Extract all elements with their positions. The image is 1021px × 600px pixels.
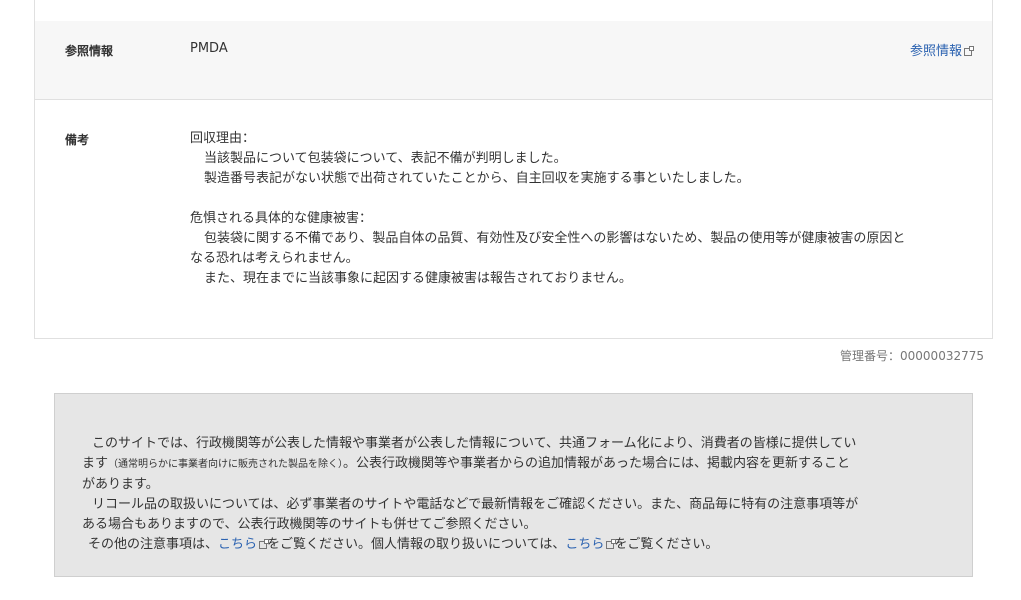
disclaimer-line: ある場合もありますので、公表行政機関等のサイトも併せてご参照ください。	[82, 517, 537, 532]
previous-row	[35, 0, 992, 22]
external-link-icon	[259, 539, 270, 549]
info-table: 参照情報 PMDA 参照情報 備考 回収理由： 当該製品について包装袋について、…	[34, 0, 993, 339]
reason-line: 当該製品について包装袋について、表記不備が判明しました。	[204, 151, 567, 166]
notes-label: 備考	[65, 133, 90, 147]
disclaimer-line: その他の注意事項は、こちら をご覧ください。個人情報の取り扱いについては、こちらを…	[88, 537, 719, 552]
hazard-line: なる恐れは考えられません。	[190, 251, 359, 266]
disclaimer-line: リコール品の取扱いについては、必ず事業者のサイトや電話などで最新情報をご確認くだ…	[92, 497, 859, 512]
reference-link-text: 参照情報	[909, 44, 962, 59]
disclaimer-text: このサイトでは、行政機関等が公表した情報や事業者が公表した情報について、共通フォ…	[82, 434, 942, 555]
reason-line: 製造番号表記がない状態で出荷されていたことから、自主回収を実施する事といたしまし…	[204, 171, 750, 186]
hazard-line: 包装袋に関する不備であり、製品自体の品質、有効性及び安全性への影響はないため、製…	[204, 231, 906, 246]
disclaimer-box: このサイトでは、行政機関等が公表した情報や事業者が公表した情報について、共通フォ…	[54, 393, 973, 577]
notes-text: 回収理由： 当該製品について包装袋について、表記不備が判明しました。 製造番号表…	[190, 129, 970, 289]
disclaimer-line: このサイトでは、行政機関等が公表した情報や事業者が公表した情報について、共通フォ…	[92, 436, 857, 451]
management-number: 管理番号：00000032775	[840, 349, 984, 363]
disclaimer-line: があります。	[82, 477, 159, 492]
reference-row: 参照情報 PMDA 参照情報	[35, 21, 992, 100]
reference-value: PMDA	[190, 41, 228, 56]
disclaimer-line: ます（通常明らかに事業者向けに販売された製品を除く）。公表行政機関等や事業者から…	[82, 456, 851, 471]
external-link-icon	[964, 46, 974, 56]
hazard-line: また、現在までに当該事象に起因する健康被害は報告されておりません。	[204, 271, 632, 286]
external-link-icon	[606, 539, 617, 549]
notes-row: 備考 回収理由： 当該製品について包装袋について、表記不備が判明しました。 製造…	[35, 99, 992, 339]
notes-link[interactable]: こちら	[218, 537, 270, 552]
disclaimer-note: （通常明らかに事業者向けに販売された製品を除く）	[108, 459, 344, 470]
reference-label: 参照情報	[65, 44, 114, 58]
hazard-heading: 危惧される具体的な健康被害：	[190, 211, 373, 226]
privacy-link[interactable]: こちら	[565, 537, 617, 552]
reference-link[interactable]: 参照情報	[909, 40, 974, 59]
reason-heading: 回収理由：	[190, 131, 256, 146]
